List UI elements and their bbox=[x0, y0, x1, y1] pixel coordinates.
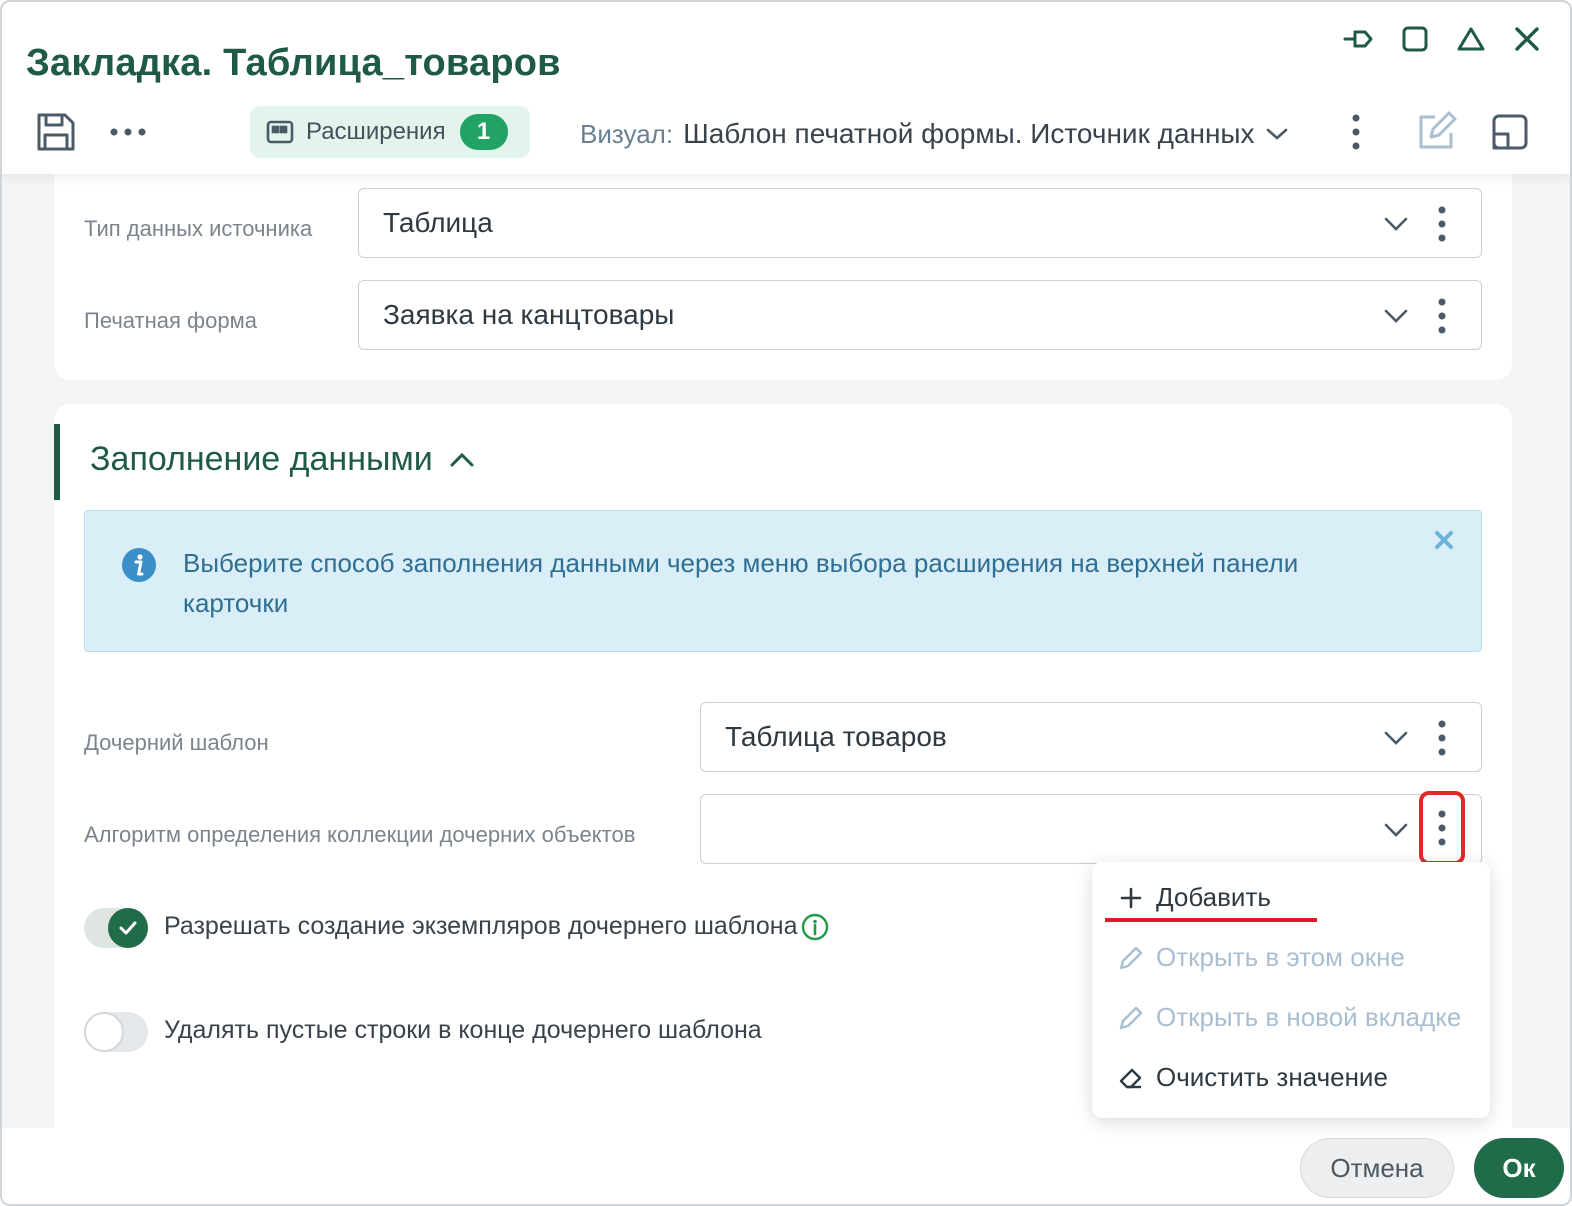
save-button[interactable] bbox=[34, 110, 78, 154]
print-form-select[interactable]: Заявка на канцтовары bbox=[358, 280, 1482, 350]
pencil-icon bbox=[1119, 946, 1143, 969]
pin-button[interactable] bbox=[1342, 22, 1376, 56]
source-type-value: Таблица bbox=[383, 207, 493, 238]
eraser-icon bbox=[1119, 1068, 1142, 1088]
collection-algorithm-select[interactable] bbox=[700, 791, 1482, 865]
more-vertical-icon bbox=[1438, 298, 1446, 334]
extensions-icon bbox=[266, 120, 294, 144]
chevron-down-icon bbox=[1384, 823, 1408, 837]
source-type-select[interactable]: Таблица bbox=[358, 188, 1482, 258]
edit-button[interactable] bbox=[1414, 110, 1458, 154]
menu-item-label: Добавить bbox=[1156, 882, 1271, 912]
menu-item-open-here[interactable]: Открыть в этом окне bbox=[1116, 942, 1405, 973]
source-type-label: Тип данных источника bbox=[84, 216, 313, 241]
collection-algorithm-more-button[interactable] bbox=[1419, 791, 1465, 865]
section-header[interactable]: Заполнение данными bbox=[90, 440, 475, 479]
section-accent-bar bbox=[54, 424, 60, 500]
delete-empty-rows-label: Удалять пустые строки в конце дочернего … bbox=[164, 1016, 762, 1044]
child-template-label: Дочерний шаблон bbox=[84, 730, 269, 755]
window-controls bbox=[1342, 22, 1544, 56]
more-vertical-icon bbox=[1438, 206, 1446, 242]
more-horizontal-icon bbox=[110, 128, 146, 136]
edit-icon bbox=[1419, 111, 1457, 149]
layout-button[interactable] bbox=[1488, 110, 1532, 154]
visual-more-button[interactable] bbox=[1334, 110, 1378, 154]
square-icon bbox=[1402, 26, 1428, 52]
close-icon[interactable] bbox=[1433, 529, 1455, 551]
child-template-more-button[interactable] bbox=[1427, 717, 1457, 759]
highlight-underline bbox=[1105, 918, 1317, 922]
toggle-knob bbox=[108, 908, 148, 948]
visual-selector[interactable]: Визуал: Шаблон печатной формы. Источник … bbox=[580, 118, 1289, 150]
dialog-header: Закладка. Таблица_товаров Расширения 1 В… bbox=[2, 2, 1570, 174]
dialog-title: Закладка. Таблица_товаров bbox=[26, 42, 561, 84]
dialog-window: Закладка. Таблица_товаров Расширения 1 В… bbox=[0, 0, 1572, 1206]
delete-empty-rows-toggle[interactable] bbox=[84, 1012, 148, 1052]
print-form-more-button[interactable] bbox=[1427, 295, 1457, 337]
more-vertical-icon bbox=[1438, 810, 1446, 846]
visual-label: Визуал: bbox=[580, 118, 674, 149]
extensions-chip[interactable]: Расширения 1 bbox=[250, 106, 530, 158]
chevron-down-icon bbox=[1266, 128, 1287, 140]
print-form-label: Печатная форма bbox=[84, 308, 257, 333]
pencil-icon bbox=[1119, 1006, 1143, 1029]
toolbar: Расширения 1 Визуал: Шаблон печатной фор… bbox=[2, 102, 1570, 162]
menu-item-label: Открыть в новой вкладке bbox=[1156, 1002, 1462, 1032]
menu-item-add[interactable]: Добавить bbox=[1116, 882, 1271, 913]
save-icon bbox=[37, 113, 75, 151]
chevron-down-icon bbox=[1384, 731, 1408, 745]
layout-icon bbox=[1492, 114, 1528, 150]
field-context-menu: Добавить Открыть в этом окне Открыть в н… bbox=[1092, 862, 1490, 1118]
allow-instances-label: Разрешать создание экземпляров дочернего… bbox=[164, 912, 798, 940]
info-icon bbox=[122, 548, 156, 582]
chevron-up-icon bbox=[450, 452, 474, 466]
more-vertical-icon bbox=[1352, 114, 1360, 150]
extensions-label: Расширения bbox=[306, 118, 446, 145]
chevron-down-icon bbox=[1384, 309, 1408, 323]
visual-value: Шаблон печатной формы. Источник данных bbox=[683, 118, 1255, 149]
menu-item-open-new-tab[interactable]: Открыть в новой вкладке bbox=[1116, 1002, 1461, 1033]
source-type-more-button[interactable] bbox=[1427, 203, 1457, 245]
info-banner: Выберите способ заполнения данными через… bbox=[84, 510, 1482, 652]
child-template-select[interactable]: Таблица товаров bbox=[700, 702, 1482, 772]
allow-instances-toggle[interactable] bbox=[84, 908, 148, 948]
allow-instances-row: Разрешать создание экземпляров дочернего… bbox=[164, 912, 829, 941]
info-text: Выберите способ заполнения данными через… bbox=[183, 548, 1299, 618]
close-button[interactable] bbox=[1510, 22, 1544, 56]
menu-item-label: Открыть в этом окне bbox=[1156, 942, 1405, 972]
more-actions-button[interactable] bbox=[106, 110, 150, 154]
maximize-button[interactable] bbox=[1398, 22, 1432, 56]
cancel-button[interactable]: Отмена bbox=[1300, 1138, 1454, 1198]
print-form-value: Заявка на канцтовары bbox=[383, 299, 675, 330]
collapse-button[interactable] bbox=[1454, 22, 1488, 56]
menu-item-label: Очистить значение bbox=[1156, 1062, 1388, 1092]
child-template-value: Таблица товаров bbox=[725, 721, 947, 752]
plus-icon bbox=[1120, 887, 1142, 908]
section-title: Заполнение данными bbox=[90, 440, 433, 478]
info-circle-icon[interactable] bbox=[801, 913, 829, 941]
toggle-knob bbox=[84, 1012, 124, 1052]
pin-icon bbox=[1343, 30, 1373, 48]
ok-button[interactable]: Ок bbox=[1474, 1138, 1564, 1198]
dialog-footer: Отмена Ок bbox=[2, 1128, 1570, 1204]
chevron-down-icon bbox=[1384, 217, 1408, 231]
menu-item-clear[interactable]: Очистить значение bbox=[1116, 1062, 1388, 1093]
check-icon bbox=[119, 921, 137, 935]
triangle-icon bbox=[1457, 27, 1485, 51]
close-icon bbox=[1515, 27, 1539, 51]
extensions-count-badge: 1 bbox=[459, 114, 508, 150]
collection-algorithm-label: Алгоритм определения коллекции дочерних … bbox=[84, 822, 636, 847]
more-vertical-icon bbox=[1438, 720, 1446, 756]
source-card: Тип данных источника Таблица Печатная фо… bbox=[54, 174, 1512, 380]
